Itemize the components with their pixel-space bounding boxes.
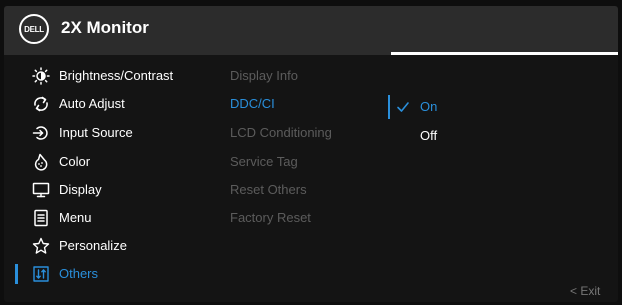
nav-item-color[interactable]: Color	[4, 150, 224, 174]
check-icon	[396, 100, 410, 119]
value-selection-bar	[388, 95, 390, 119]
nav-item-label: Auto Adjust	[59, 96, 125, 111]
menu-icon	[32, 209, 50, 227]
nav-item-label: Others	[59, 266, 99, 281]
submenu-item-ddc-ci[interactable]: DDC/CI	[230, 92, 275, 116]
nav-item-label: Input Source	[59, 125, 133, 140]
progress-fill	[391, 52, 618, 55]
submenu-item-reset-others[interactable]: Reset Others	[230, 178, 307, 202]
display-icon	[32, 181, 50, 199]
submenu-item-lcd-conditioning[interactable]: LCD Conditioning	[230, 121, 332, 145]
brightness-icon	[32, 67, 50, 85]
color-icon	[32, 153, 50, 171]
submenu-item-service-tag[interactable]: Service Tag	[230, 150, 298, 174]
osd-header: DELL 2X Monitor	[4, 6, 618, 52]
star-icon	[32, 237, 50, 255]
dell-logo: DELL	[19, 14, 49, 44]
selection-indicator	[15, 264, 18, 284]
nav-item-label: Menu	[59, 210, 92, 225]
nav-item-brightness-contrast[interactable]: Brightness/Contrast	[4, 64, 224, 88]
submenu-item-factory-reset[interactable]: Factory Reset	[230, 206, 311, 230]
nav-item-personalize[interactable]: Personalize	[4, 234, 224, 258]
option-label: On	[420, 99, 438, 114]
option-label: Off	[420, 128, 438, 143]
nav-item-label: Display	[59, 182, 102, 197]
nav-item-others[interactable]: Others	[4, 262, 224, 286]
others-icon	[32, 265, 50, 283]
nav-item-menu[interactable]: Menu	[4, 206, 224, 230]
nav-item-display[interactable]: Display	[4, 178, 224, 202]
nav-item-input-source[interactable]: Input Source	[4, 121, 224, 145]
nav-item-label: Color	[59, 154, 91, 169]
submenu-item-display-info[interactable]: Display Info	[230, 64, 298, 88]
option-off[interactable]: Off	[396, 124, 496, 148]
nav-item-label: Personalize	[59, 238, 127, 253]
option-on[interactable]: On	[396, 95, 496, 119]
exit-button[interactable]: < Exit	[570, 284, 600, 298]
auto-adjust-icon	[32, 95, 50, 113]
nav-item-label: Brightness/Contrast	[59, 68, 174, 83]
page-title: 2X Monitor	[61, 18, 149, 37]
nav-item-auto-adjust[interactable]: Auto Adjust	[4, 92, 224, 116]
osd-window: DELL 2X Monitor Brightness/Contrast Auto…	[4, 6, 618, 302]
input-source-icon	[32, 124, 50, 142]
